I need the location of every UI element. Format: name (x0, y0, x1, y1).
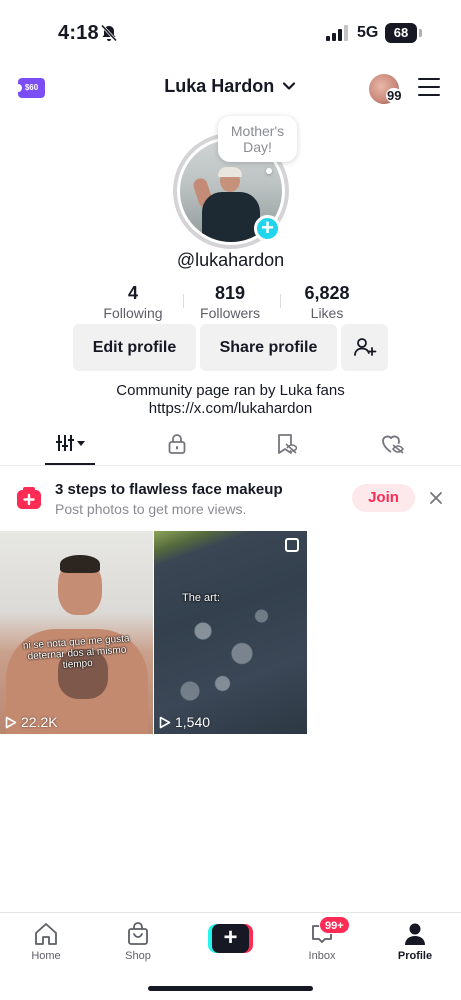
nav-label: Home (31, 950, 61, 962)
lock-icon (168, 434, 186, 454)
divider (280, 294, 281, 308)
status-bar: 4:18 5G 68 (0, 0, 461, 64)
bio-text: Community page ran by Luka fans (116, 382, 345, 399)
bio-link[interactable]: https://x.com/lukahardon (0, 400, 461, 418)
videos-grid-icon (56, 435, 85, 451)
chevron-down-icon (282, 82, 295, 90)
add-photo-icon[interactable]: + (254, 215, 281, 242)
stat-label: Followers (200, 305, 260, 321)
promo-banner[interactable]: 3 steps to flawless face makeup Post pho… (0, 466, 461, 530)
stat-following[interactable]: 4 Following (88, 282, 178, 322)
tab-videos[interactable] (45, 428, 95, 465)
view-count: 1,540 (159, 714, 210, 730)
share-profile-button[interactable]: Share profile (200, 324, 337, 371)
content-tabs (0, 428, 461, 466)
stat-label: Likes (310, 305, 344, 321)
stat-value: 819 (214, 283, 246, 303)
view-count-value: 1,540 (175, 714, 211, 730)
view-count-value: 22.2K (21, 714, 58, 730)
view-count: 22.2K (5, 714, 58, 730)
play-icon (5, 716, 17, 729)
play-icon (159, 716, 171, 729)
nav-home[interactable]: Home (11, 921, 81, 962)
nav-label: Shop (125, 950, 151, 962)
stat-likes[interactable]: 6,828 Likes (282, 282, 372, 322)
create-button[interactable]: + (208, 924, 253, 953)
note-bubble[interactable]: Mother's Day! (218, 116, 297, 162)
join-button[interactable]: Join (352, 484, 415, 512)
close-icon[interactable] (428, 490, 444, 506)
battery-indicator: 68 (385, 23, 417, 43)
divider (183, 294, 184, 308)
note-line-1: Mother's (230, 123, 285, 139)
nav-label: Inbox (308, 950, 336, 962)
video-caption: The art: (182, 592, 220, 604)
network-type: 5G (357, 24, 379, 41)
promo-title: 3 steps to flawless face makeup (55, 481, 283, 498)
home-icon (35, 923, 57, 945)
add-friend-icon (353, 338, 376, 356)
friends-count: 99 (386, 88, 403, 103)
note-line-2: Day! (243, 139, 272, 155)
username: @lukahardon (176, 250, 285, 270)
bio: Community page ran by Luka fans https://… (0, 382, 461, 418)
nav-label: Profile (397, 950, 433, 962)
tab-liked[interactable] (367, 428, 417, 465)
profile-stats: 4 Following 819 Followers 6,828 Likes (88, 282, 374, 322)
nav-shop[interactable]: Shop (103, 921, 173, 962)
inbox-badge: 99+ (319, 916, 350, 934)
tab-private[interactable] (152, 428, 202, 465)
home-indicator (148, 986, 313, 991)
stat-value: 4 (127, 283, 138, 303)
battery-tip (419, 29, 422, 37)
tab-reposts[interactable] (260, 428, 310, 465)
nav-profile[interactable]: Profile (380, 921, 450, 962)
note-bubble-tail (266, 168, 272, 174)
status-time: 4:18 (58, 22, 99, 44)
profile-name: Luka Hardon (164, 76, 275, 96)
bookmark-hidden-icon (278, 434, 297, 454)
add-friend-button[interactable] (341, 324, 388, 371)
signal-icon (326, 25, 348, 41)
select-checkbox[interactable] (285, 538, 299, 552)
video-thumbnail[interactable]: The art: 1,540 (154, 531, 307, 734)
add-post-icon (17, 487, 41, 509)
stat-label: Following (103, 305, 163, 321)
heart-hidden-icon (382, 435, 405, 454)
stat-followers[interactable]: 819 Followers (185, 282, 275, 322)
profile-icon (405, 923, 425, 945)
bell-off-icon (100, 24, 118, 42)
shop-bag-icon (128, 922, 148, 945)
menu-icon[interactable] (418, 78, 440, 98)
plus-icon: + (212, 924, 249, 953)
stat-value: 6,828 (304, 283, 350, 303)
promo-subtitle: Post photos to get more views. (55, 501, 247, 517)
edit-profile-button[interactable]: Edit profile (73, 324, 196, 371)
video-thumbnail[interactable]: ni se nota que me gusta deternar dos al … (0, 531, 153, 734)
